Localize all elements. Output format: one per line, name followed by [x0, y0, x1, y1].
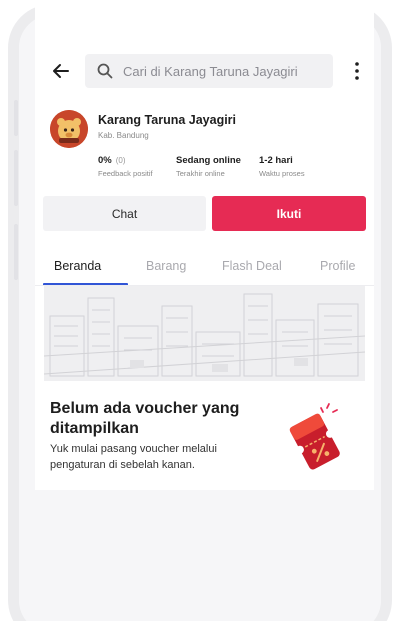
- follow-button[interactable]: Ikuti: [212, 196, 366, 231]
- phone-side-button: [14, 100, 18, 136]
- empty-voucher-title: Belum ada voucher yang ditampilkan: [50, 400, 240, 437]
- stat-value: 1-2 hari: [259, 155, 293, 166]
- shop-name: Karang Taruna Jayagiri: [98, 113, 237, 127]
- chat-button[interactable]: Chat: [43, 196, 206, 231]
- phone-side-button: [14, 224, 18, 280]
- empty-voucher-description: Yuk mulai pasang voucher melalui pengatu…: [50, 443, 217, 471]
- more-vertical-icon[interactable]: [351, 60, 363, 82]
- phone-side-button: [14, 150, 18, 206]
- stat-value: Sedang online: [176, 155, 241, 166]
- stat-process-time: 1-2 hari Waktu proses: [259, 155, 305, 178]
- stat-sub: (0): [115, 156, 126, 165]
- stat-label: Terakhir online: [176, 169, 225, 178]
- stat-online: Sedang online Terakhir online: [176, 155, 241, 178]
- tab-flash-deal[interactable]: Flash Deal: [222, 259, 282, 273]
- city-illustration-icon: [44, 286, 365, 381]
- shop-screen: Karang Taruna Jayagiri Kab. Bandung 0%(0…: [35, 0, 374, 490]
- search-input[interactable]: [123, 63, 323, 79]
- top-bar: [35, 52, 374, 90]
- voucher-ticket-icon: [289, 403, 340, 470]
- shop-avatar[interactable]: [50, 110, 88, 148]
- tab-barang[interactable]: Barang: [146, 259, 186, 273]
- search-icon: [97, 63, 113, 79]
- stat-value: 0%: [98, 155, 112, 166]
- tab-beranda[interactable]: Beranda: [54, 259, 101, 273]
- back-arrow-icon[interactable]: [51, 61, 71, 81]
- shop-banner: [44, 286, 365, 381]
- shop-tabs: Beranda Barang Flash Deal Profile: [35, 253, 374, 286]
- shop-logo-icon: [50, 110, 88, 148]
- search-bar[interactable]: [85, 54, 333, 88]
- stat-label: Feedback positif: [98, 169, 153, 178]
- stat-label: Waktu proses: [259, 169, 305, 178]
- tab-profile[interactable]: Profile: [320, 259, 355, 273]
- stat-feedback: 0% (0) Feedback positif: [98, 155, 153, 178]
- shop-location: Kab. Bandung: [98, 131, 149, 140]
